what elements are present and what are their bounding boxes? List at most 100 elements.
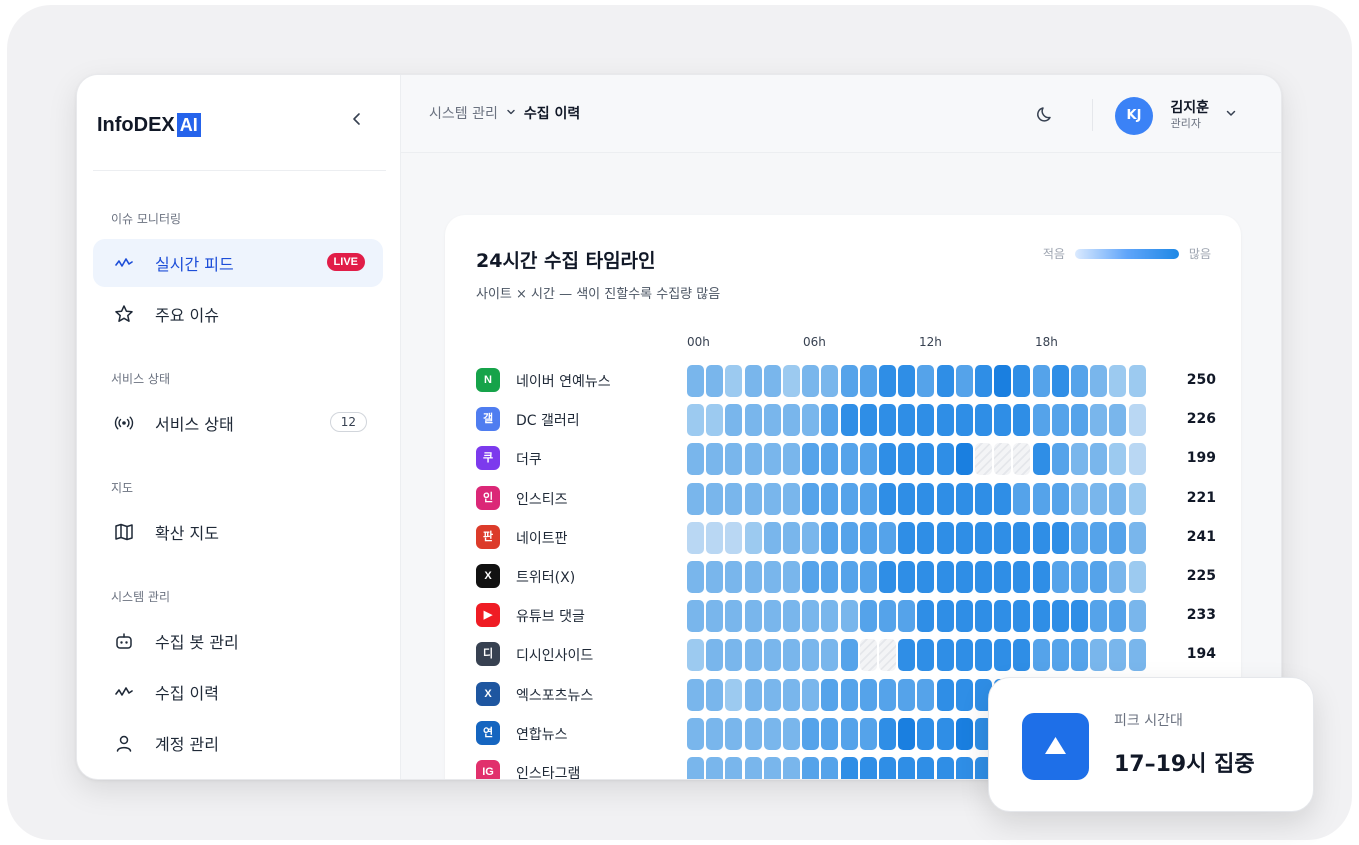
heatmap-cell[interactable] — [840, 561, 858, 593]
sidebar-item-collection-history[interactable]: 수집 이력 — [93, 668, 383, 716]
heatmap-cell[interactable] — [706, 521, 724, 554]
heatmap-cell[interactable] — [744, 757, 762, 779]
heatmap-cell[interactable] — [898, 521, 916, 554]
heatmap-cell[interactable] — [763, 639, 781, 672]
chevron-down-icon[interactable] — [1225, 107, 1237, 122]
heatmap-cell[interactable] — [763, 600, 781, 633]
heatmap-cell[interactable] — [1109, 404, 1127, 437]
heatmap-cell[interactable] — [763, 365, 781, 397]
heatmap-cell[interactable] — [1013, 365, 1031, 397]
heatmap-cell[interactable] — [744, 717, 762, 750]
heatmap-cell[interactable] — [763, 717, 781, 750]
heatmap-cell[interactable] — [1051, 443, 1069, 476]
heatmap-cell[interactable] — [783, 443, 800, 476]
heatmap-cell[interactable] — [1090, 404, 1108, 437]
heatmap-cell[interactable] — [994, 365, 1012, 397]
heatmap-cell[interactable] — [1128, 404, 1146, 437]
heatmap-cell[interactable] — [687, 365, 704, 397]
heatmap-cell[interactable] — [879, 639, 896, 672]
heatmap-cell[interactable] — [1090, 521, 1108, 554]
heatmap-cell[interactable] — [955, 678, 973, 711]
heatmap-cell[interactable] — [763, 443, 781, 476]
heatmap-cell[interactable] — [725, 757, 743, 779]
heatmap-cell[interactable] — [687, 404, 704, 437]
heatmap-row[interactable]: 갤 DC 갤러리 226 — [476, 404, 1216, 437]
heatmap-cell[interactable] — [1032, 600, 1050, 633]
heatmap-cell[interactable] — [802, 561, 820, 593]
heatmap-cell[interactable] — [879, 757, 896, 779]
heatmap-cell[interactable] — [706, 757, 724, 779]
heatmap-cell[interactable] — [821, 443, 839, 476]
heatmap-cell[interactable] — [821, 404, 839, 437]
heatmap-cell[interactable] — [917, 482, 935, 515]
heatmap-cell[interactable] — [821, 561, 839, 593]
heatmap-cell[interactable] — [725, 365, 743, 397]
heatmap-cell[interactable] — [1051, 365, 1069, 397]
heatmap-cell[interactable] — [859, 365, 877, 397]
heatmap-cell[interactable] — [783, 365, 800, 397]
heatmap-cell[interactable] — [936, 404, 954, 437]
heatmap-cell[interactable] — [802, 600, 820, 633]
heatmap-cell[interactable] — [994, 561, 1012, 593]
heatmap-cell[interactable] — [898, 404, 916, 437]
heatmap-cell[interactable] — [1090, 482, 1108, 515]
heatmap-cell[interactable] — [955, 717, 973, 750]
heatmap-cell[interactable] — [744, 639, 762, 672]
heatmap-cell[interactable] — [879, 717, 896, 750]
heatmap-cell[interactable] — [955, 443, 973, 476]
heatmap-cell[interactable] — [783, 757, 800, 779]
heatmap-cell[interactable] — [706, 404, 724, 437]
heatmap-cell[interactable] — [1013, 561, 1031, 593]
heatmap-cell[interactable] — [1128, 443, 1146, 476]
heatmap-cell[interactable] — [917, 443, 935, 476]
heatmap-row[interactable]: 디 디시인사이드 194 — [476, 639, 1216, 672]
heatmap-cell[interactable] — [744, 443, 762, 476]
heatmap-cell[interactable] — [802, 717, 820, 750]
heatmap-cell[interactable] — [1128, 365, 1146, 397]
heatmap-cell[interactable] — [802, 678, 820, 711]
heatmap-cell[interactable] — [1128, 561, 1146, 593]
heatmap-cell[interactable] — [1128, 521, 1146, 554]
heatmap-cell[interactable] — [1109, 521, 1127, 554]
heatmap-cell[interactable] — [975, 639, 992, 672]
heatmap-cell[interactable] — [840, 443, 858, 476]
heatmap-cell[interactable] — [687, 600, 704, 633]
heatmap-cell[interactable] — [1071, 443, 1088, 476]
heatmap-cell[interactable] — [744, 404, 762, 437]
heatmap-cell[interactable] — [840, 404, 858, 437]
heatmap-cell[interactable] — [1128, 600, 1146, 633]
heatmap-cell[interactable] — [955, 482, 973, 515]
heatmap-cell[interactable] — [859, 521, 877, 554]
heatmap-row[interactable]: 판 네이트판 241 — [476, 521, 1216, 554]
heatmap-cell[interactable] — [898, 678, 916, 711]
heatmap-row[interactable]: ▶ 유튜브 댓글 233 — [476, 600, 1216, 633]
heatmap-cell[interactable] — [1032, 639, 1050, 672]
heatmap-cell[interactable] — [763, 521, 781, 554]
heatmap-row[interactable]: N 네이버 연예뉴스 250 — [476, 365, 1216, 397]
breadcrumb-parent[interactable]: 시스템 관리 — [429, 103, 498, 123]
heatmap-cell[interactable] — [1109, 639, 1127, 672]
heatmap-cell[interactable] — [821, 600, 839, 633]
heatmap-cell[interactable] — [783, 600, 800, 633]
heatmap-cell[interactable] — [1090, 561, 1108, 593]
heatmap-row[interactable]: X 트위터(X) 225 — [476, 561, 1216, 593]
heatmap-cell[interactable] — [840, 482, 858, 515]
heatmap-cell[interactable] — [802, 365, 820, 397]
heatmap-cell[interactable] — [917, 600, 935, 633]
heatmap-cell[interactable] — [955, 600, 973, 633]
heatmap-cell[interactable] — [725, 639, 743, 672]
heatmap-cell[interactable] — [763, 561, 781, 593]
heatmap-cell[interactable] — [994, 639, 1012, 672]
heatmap-cell[interactable] — [936, 521, 954, 554]
heatmap-cell[interactable] — [1071, 600, 1088, 633]
heatmap-cell[interactable] — [725, 443, 743, 476]
heatmap-cell[interactable] — [687, 757, 704, 779]
heatmap-cell[interactable] — [1071, 404, 1088, 437]
heatmap-cell[interactable] — [725, 482, 743, 515]
heatmap-cell[interactable] — [1051, 482, 1069, 515]
heatmap-cell[interactable] — [783, 521, 800, 554]
heatmap-cell[interactable] — [936, 678, 954, 711]
heatmap-cell[interactable] — [1032, 443, 1050, 476]
heatmap-cell[interactable] — [859, 404, 877, 437]
heatmap-cell[interactable] — [898, 757, 916, 779]
